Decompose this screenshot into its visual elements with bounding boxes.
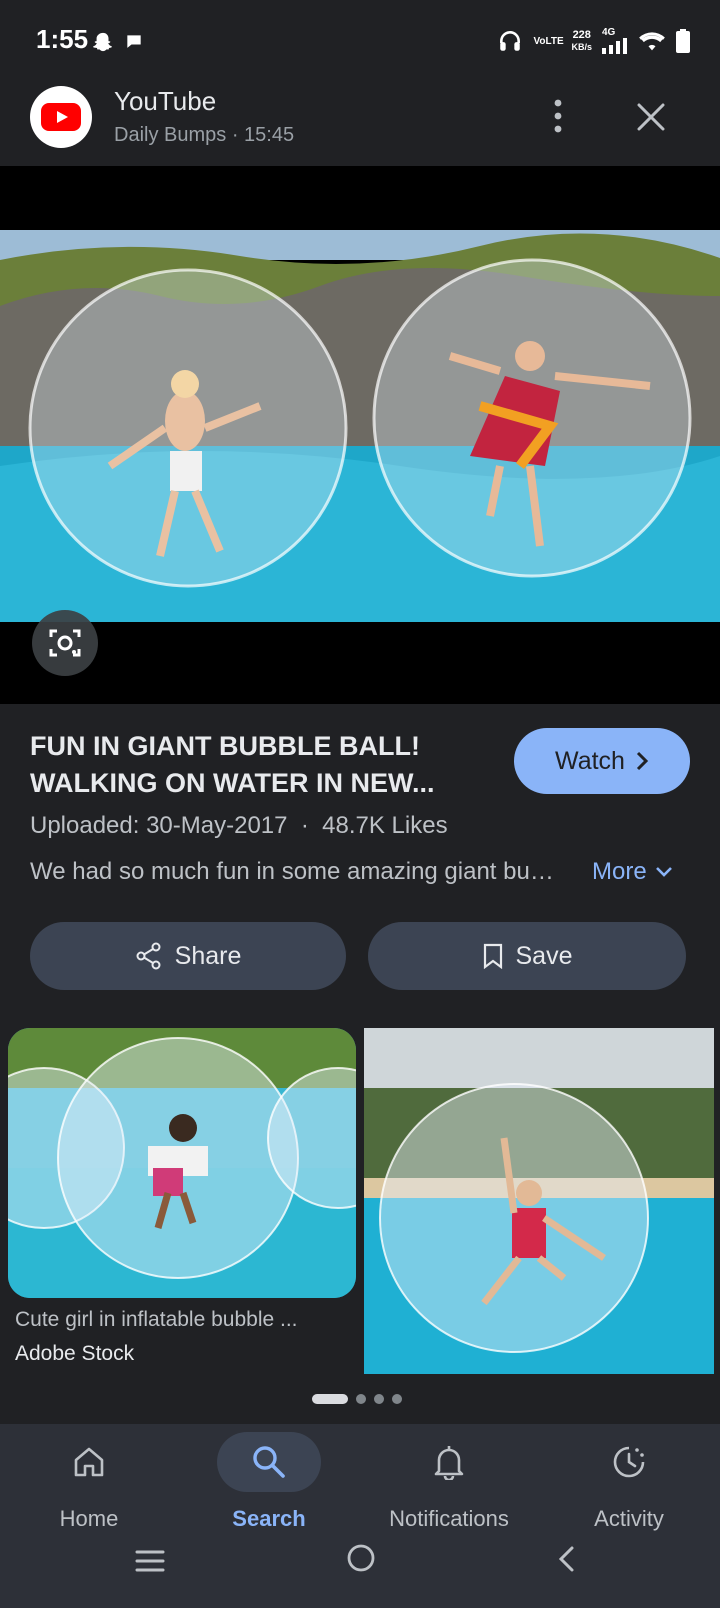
video-title[interactable]: FUN IN GIANT BUBBLE BALL! WALKING ON WAT… bbox=[30, 728, 470, 802]
circle-home-icon bbox=[347, 1544, 375, 1572]
youtube-logo-icon bbox=[41, 103, 81, 131]
battery-icon bbox=[676, 29, 690, 53]
video-thumbnail[interactable] bbox=[0, 166, 720, 704]
chevron-down-icon bbox=[655, 867, 672, 877]
signal-icon bbox=[602, 38, 627, 54]
status-system-icons: VoLTE 228 KB/s 4G bbox=[497, 26, 690, 56]
more-button[interactable]: More bbox=[592, 858, 673, 886]
related-1-source: Adobe Stock bbox=[15, 1342, 135, 1365]
result-header bbox=[0, 80, 720, 166]
net-speed-value: 228 bbox=[572, 29, 591, 41]
signal: 4G bbox=[602, 28, 628, 54]
back-icon bbox=[558, 1546, 574, 1572]
share-icon bbox=[136, 942, 161, 970]
nav-notifications-label: Notifications bbox=[389, 1506, 509, 1531]
net-speed-unit: KB/s bbox=[571, 42, 592, 52]
lens-search-button[interactable] bbox=[32, 610, 98, 676]
home-icon bbox=[74, 1447, 104, 1477]
share-button[interactable]: Share bbox=[30, 922, 346, 990]
more-label: More bbox=[592, 858, 647, 885]
recents-button[interactable] bbox=[134, 1548, 166, 1579]
carousel-dot bbox=[356, 1394, 366, 1404]
watch-label: Watch bbox=[555, 746, 625, 775]
nav-notifications-icon-wrap bbox=[397, 1432, 501, 1492]
menu-icon bbox=[135, 1550, 165, 1572]
volte-label: VoLTE bbox=[533, 35, 564, 47]
nav-home-icon-wrap bbox=[37, 1432, 141, 1492]
bell-icon bbox=[434, 1446, 464, 1480]
save-label: Save bbox=[515, 941, 573, 970]
nav-search[interactable]: Search bbox=[184, 1432, 354, 1542]
video-description: We had so much fun in some amazing giant… bbox=[30, 858, 560, 885]
carousel-dot bbox=[374, 1394, 384, 1404]
close-icon[interactable] bbox=[636, 102, 666, 132]
nav-home[interactable]: Home bbox=[4, 1432, 174, 1542]
wifi-icon bbox=[639, 32, 665, 51]
snapchat-icon bbox=[93, 32, 112, 52]
related-image-1[interactable] bbox=[8, 1028, 356, 1298]
nav-activity-icon-wrap bbox=[577, 1432, 681, 1492]
status-notification-icons bbox=[92, 28, 144, 56]
activity-icon bbox=[613, 1446, 645, 1478]
chevron-right-icon bbox=[636, 751, 649, 771]
share-label: Share bbox=[174, 941, 242, 970]
status-time: 1:55 bbox=[36, 24, 89, 54]
nav-search-label: Search bbox=[232, 1506, 306, 1531]
save-button[interactable]: Save bbox=[368, 922, 686, 990]
nav-activity[interactable]: Activity bbox=[544, 1432, 714, 1542]
more-vert-icon[interactable] bbox=[548, 98, 568, 134]
search-icon bbox=[253, 1446, 285, 1478]
home-system-button[interactable] bbox=[346, 1543, 376, 1578]
upload-meta: Uploaded: 30-May-2017 · 48.7K Likes bbox=[30, 812, 448, 839]
youtube-logo bbox=[30, 86, 92, 148]
chat-icon bbox=[127, 35, 141, 48]
carousel-dot-active bbox=[312, 1394, 348, 1404]
net-speed: 228 KB/s bbox=[571, 29, 592, 53]
carousel-dot bbox=[392, 1394, 402, 1404]
camera-lens-icon bbox=[49, 629, 81, 657]
source-subtitle: Daily Bumps · 15:45 bbox=[114, 124, 295, 146]
source-name[interactable]: YouTube bbox=[114, 86, 216, 117]
related-image-2[interactable] bbox=[364, 1028, 714, 1374]
bookmark-icon bbox=[483, 943, 502, 969]
headphones-icon bbox=[500, 31, 521, 51]
nav-home-label: Home bbox=[59, 1506, 119, 1531]
nav-activity-label: Activity bbox=[594, 1506, 664, 1531]
carousel-indicator bbox=[312, 1394, 402, 1404]
net-type-label: 4G bbox=[602, 27, 616, 38]
nav-notifications[interactable]: Notifications bbox=[364, 1432, 534, 1542]
nav-search-icon-wrap bbox=[217, 1432, 321, 1492]
back-button[interactable] bbox=[556, 1545, 578, 1578]
related-1-title[interactable]: Cute girl in inflatable bubble ... bbox=[15, 1308, 350, 1332]
watch-button[interactable]: Watch bbox=[514, 728, 690, 794]
